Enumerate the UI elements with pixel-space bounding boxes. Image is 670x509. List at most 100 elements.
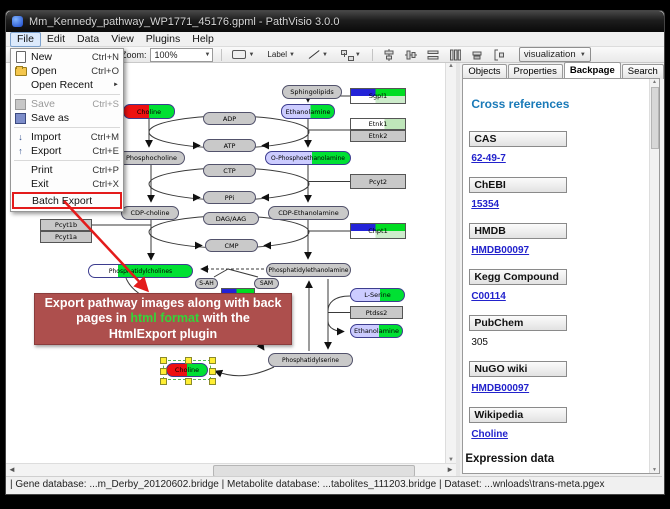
tab-objects[interactable]: Objects [462, 64, 506, 79]
selection-handle[interactable] [160, 357, 167, 364]
menu-item-open-recent[interactable]: Open Recent ► [11, 78, 123, 92]
line-tool-button[interactable]: ▼ [305, 47, 331, 62]
gene-box-pcyt1b[interactable]: Pcyt1b [40, 219, 92, 231]
menu-data[interactable]: Data [71, 32, 105, 46]
chevron-down-icon[interactable]: ▼ [355, 52, 361, 58]
node-atp[interactable]: ATP [203, 139, 256, 152]
reference-link[interactable]: Choline [471, 429, 508, 440]
bracket-icon[interactable] [493, 49, 505, 61]
gene-box-sgpl1[interactable]: Sgpl1 [350, 88, 406, 104]
selected-node-choline[interactable]: Choline [166, 363, 208, 377]
gene-box-pcyt1a[interactable]: Pcyt1a [40, 231, 92, 243]
tab-search[interactable]: Search [622, 64, 664, 79]
node-ethanolamine[interactable]: Ethanolamine [281, 104, 335, 119]
chevron-down-icon[interactable]: ▼ [248, 52, 254, 58]
menu-file[interactable]: File [10, 32, 41, 47]
save-icon [13, 98, 28, 110]
panel-scrollbar[interactable]: ▲ ▼ [649, 79, 659, 473]
node-cdp-choline[interactable]: CDP-choline [121, 206, 179, 220]
reference-link[interactable]: C00114 [471, 291, 505, 302]
menu-separator [14, 160, 120, 161]
scroll-up-icon[interactable]: ▲ [448, 63, 454, 69]
menu-item-batch-export[interactable]: Batch Export [12, 192, 122, 209]
menu-item-import[interactable]: ↓ Import Ctrl+M [11, 130, 123, 144]
file-menu: New Ctrl+N Open Ctrl+O Open Recent ► Sav… [10, 48, 124, 212]
node-cmp[interactable]: CMP [205, 239, 258, 252]
node-o-phosphoethanolamine[interactable]: O-Phosphoethanolamine [265, 151, 351, 165]
menu-item-open[interactable]: Open Ctrl+O [11, 64, 123, 78]
node-sah[interactable]: S-AH [195, 278, 218, 289]
node-phosphatidylethanolamine[interactable]: Phosphatidylethanolamine [266, 263, 351, 277]
menu-edit[interactable]: Edit [41, 32, 71, 46]
pathvisio-window: Mm_Kennedy_pathway_WP1771_45176.gpml - P… [5, 10, 665, 495]
gene-box-etnk1[interactable]: Etnk1 [350, 118, 406, 130]
node-sphingolipids[interactable]: Sphingolipids [282, 85, 342, 99]
selection-handle[interactable] [209, 368, 216, 375]
title-bar[interactable]: Mm_Kennedy_pathway_WP1771_45176.gpml - P… [6, 11, 664, 32]
reference-block-pubchem: PubChem 305 [469, 315, 647, 348]
zoom-combobox[interactable]: 100% ▼ [150, 48, 214, 62]
connector-tool-button[interactable]: ▼ [338, 47, 364, 62]
reference-link[interactable]: HMDB00097 [471, 245, 529, 256]
node-sam[interactable]: SAM [254, 278, 279, 289]
gene-node-tool-button[interactable]: ▼ [229, 47, 257, 62]
reference-link[interactable]: 62-49-7 [471, 153, 505, 164]
distribute-horizontal-icon[interactable] [427, 49, 439, 61]
chevron-down-icon[interactable]: ▼ [322, 52, 328, 58]
menu-help[interactable]: Help [186, 32, 220, 46]
selection-handle[interactable] [209, 378, 216, 385]
menu-item-new[interactable]: New Ctrl+N [11, 50, 123, 64]
export-icon: ↑ [13, 145, 28, 157]
canvas-horizontal-scrollbar[interactable]: ◄ ► [6, 463, 456, 476]
menu-item-save-as[interactable]: Save as [11, 111, 123, 125]
align-center-y-icon[interactable] [405, 49, 417, 61]
reference-block-cas: CAS 62-49-7 [469, 131, 647, 164]
gene-box-ptdss2[interactable]: Ptdss2 [350, 306, 403, 319]
scroll-down-icon[interactable]: ▼ [652, 467, 657, 473]
scroll-left-icon[interactable]: ◄ [8, 465, 16, 474]
menu-item-export[interactable]: ↑ Export Ctrl+E [11, 144, 123, 158]
selection-handle[interactable] [185, 357, 192, 364]
node-l-serine[interactable]: L-Serine [350, 288, 405, 302]
gene-box-chpt1[interactable]: Chpt1 [350, 223, 406, 239]
menu-item-save[interactable]: Save Ctrl+S [11, 97, 123, 111]
visualization-combobox[interactable]: visualization ▼ [519, 47, 591, 62]
selection-handle[interactable] [185, 378, 192, 385]
selection-handle[interactable] [160, 378, 167, 385]
selection-handle[interactable] [209, 357, 216, 364]
selection-handle[interactable] [160, 368, 167, 375]
node-ethanolamine-2[interactable]: Ethanolamine [350, 324, 403, 338]
label-tool-button[interactable]: Label ▼ [264, 47, 298, 62]
reference-link[interactable]: 15354 [471, 199, 499, 210]
chevron-down-icon[interactable]: ▼ [289, 52, 295, 58]
align-center-x-icon[interactable] [383, 49, 395, 61]
menu-item-print[interactable]: Print Ctrl+P [11, 163, 123, 177]
node-ctp[interactable]: CTP [203, 164, 256, 177]
node-phosphocholine[interactable]: Phosphocholine [118, 151, 185, 165]
stack-icon[interactable] [471, 49, 483, 61]
gene-box-pcyt2[interactable]: Pcyt2 [350, 174, 406, 189]
node-dag-aag[interactable]: DAG/AAG [203, 212, 259, 225]
canvas-vertical-scrollbar[interactable]: ▲ ▼ [445, 63, 456, 463]
reference-link[interactable]: HMDB00097 [471, 383, 529, 394]
gene-box-etnk2[interactable]: Etnk2 [350, 130, 406, 142]
scroll-right-icon[interactable]: ► [446, 465, 454, 474]
menu-view[interactable]: View [105, 32, 140, 46]
menu-item-exit[interactable]: Exit Ctrl+X [11, 177, 123, 191]
node-phosphatidylcholines[interactable]: Phosphatidylcholines [88, 264, 193, 278]
scroll-up-icon[interactable]: ▲ [652, 79, 657, 85]
tab-properties[interactable]: Properties [508, 64, 563, 79]
node-adp[interactable]: ADP [203, 112, 256, 125]
chevron-down-icon[interactable]: ▼ [580, 52, 586, 58]
node-ppi[interactable]: PPi [203, 191, 256, 204]
tab-backpage[interactable]: Backpage [564, 62, 621, 79]
distribute-vertical-icon[interactable] [449, 49, 461, 61]
app-icon [12, 16, 23, 27]
reference-source: HMDB [469, 223, 567, 239]
node-phosphatidylserine[interactable]: Phosphatidylserine [268, 353, 353, 367]
panel-scroll-thumb[interactable] [651, 87, 659, 149]
chevron-down-icon[interactable]: ▼ [205, 52, 211, 58]
node-cdp-ethanolamine[interactable]: CDP-Ethanolamine [268, 206, 349, 220]
node-choline[interactable]: Choline [123, 104, 175, 119]
menu-plugins[interactable]: Plugins [140, 32, 186, 46]
